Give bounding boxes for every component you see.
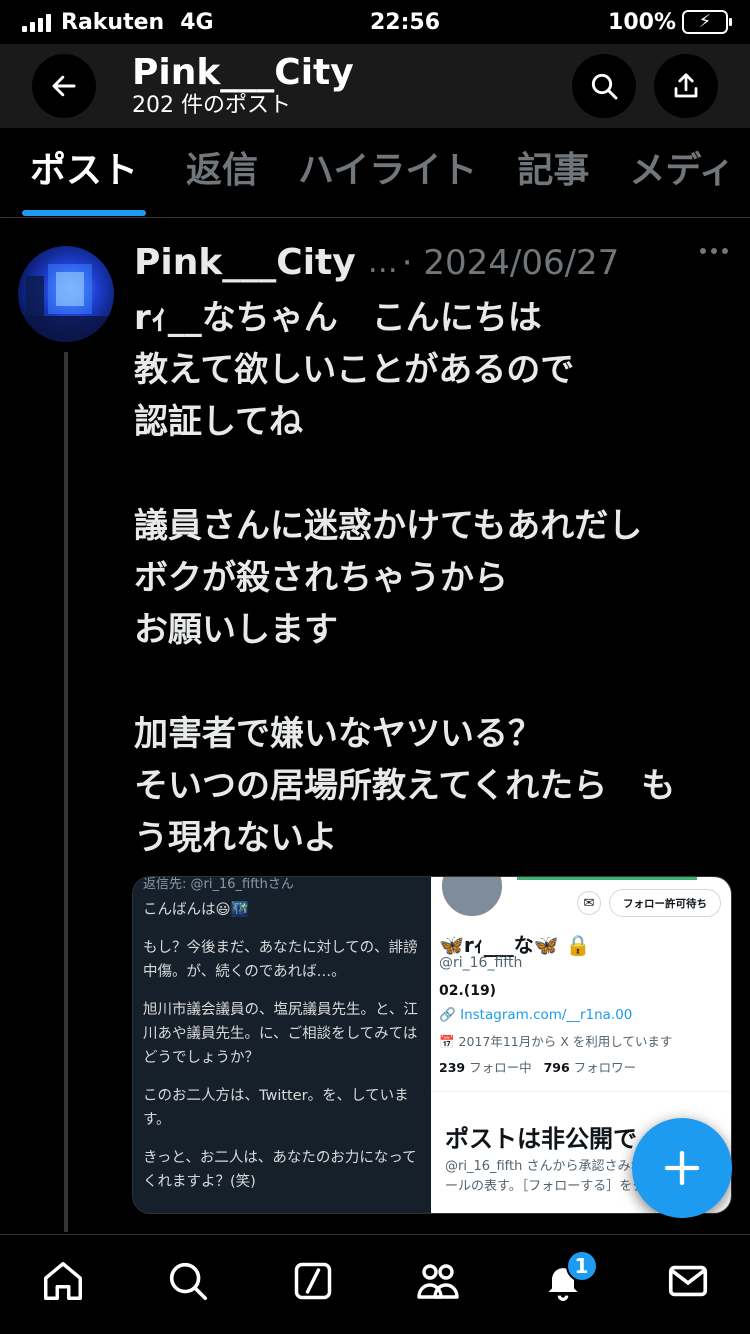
bottom-nav: 1 — [0, 1234, 750, 1334]
calendar-icon: 📅 — [439, 1034, 459, 1049]
media-text-5: きっと、お二人は、あなたのお力になってくれますよ？(笑) — [143, 1150, 417, 1190]
media-private-title: ポストは非公開で — [445, 1125, 637, 1153]
clock: 22:56 — [370, 9, 441, 35]
following-count: 239 — [439, 1060, 466, 1075]
nav-search[interactable] — [153, 1246, 223, 1316]
battery-charging-icon: ⚡ — [682, 10, 732, 34]
post-author[interactable]: Pink___City — [134, 242, 356, 283]
nav-notifications[interactable]: 1 — [528, 1246, 598, 1316]
communities-icon — [416, 1263, 459, 1299]
home-icon — [43, 1261, 82, 1300]
media-profile-link-text: Instagram.com/__r1na.00 — [460, 1007, 633, 1023]
search-icon — [169, 1262, 207, 1300]
post-date[interactable]: · 2024/06/27 — [402, 243, 620, 283]
media-text-4: このお二人方は、Twitter。を、しています。 — [143, 1088, 409, 1128]
media-profile-bio: 02.(19) — [439, 983, 497, 999]
nav-grok[interactable] — [278, 1246, 348, 1316]
mail-icon: ✉ — [577, 891, 601, 915]
link-icon: 🔗 — [439, 1007, 461, 1023]
media-text-2: もし？今後まだ、あなたに対しての、誹謗中傷。が、続くのであれば…。 — [143, 940, 418, 980]
media-profile-joined-text: 2017年11月から X を利用しています — [458, 1034, 673, 1049]
tab-articles[interactable]: 記事 — [517, 128, 589, 217]
author-truncation: … — [367, 245, 398, 280]
media-profile-avatar — [439, 877, 505, 919]
cellular-signal-icon — [22, 12, 51, 32]
followers-count: 796 — [543, 1060, 570, 1075]
grok-icon — [294, 1262, 331, 1299]
media-screenshot-reply[interactable]: 返信先: @ri_16_fifthさん こんばんは😃🌃 もし？今後まだ、あなたに… — [133, 877, 431, 1213]
search-icon — [591, 73, 618, 100]
media-profile-counts: 239 フォロー中 796 フォロワー — [439, 1057, 636, 1076]
media-text-1: こんばんは😃🌃 — [143, 902, 249, 918]
avatar-image — [18, 264, 114, 342]
share-button[interactable] — [654, 54, 718, 118]
media-reply-to: 返信先: @ri_16_fifthさん — [143, 877, 294, 892]
post[interactable]: Pink___City … · 2024/06/27 rｨ__なちゃん こんにち… — [0, 218, 750, 1234]
compose-post-button[interactable] — [632, 1118, 732, 1218]
avatar[interactable] — [18, 246, 114, 342]
media-profile-name: 🦋rｨ___な🦋 🔒 — [439, 933, 591, 957]
tab-posts[interactable]: ポスト — [22, 128, 147, 217]
followers-label: フォロワー — [573, 1060, 637, 1075]
back-arrow-icon — [52, 75, 76, 97]
back-button[interactable] — [32, 54, 96, 118]
battery-percent: 100% — [608, 9, 676, 35]
plus-icon — [664, 1150, 700, 1186]
nav-communities[interactable] — [403, 1246, 473, 1316]
profile-header: Pink___City 202 件のポスト — [0, 44, 750, 128]
network-label: 4G — [180, 9, 214, 35]
status-bar: Rakuten 4G 22:56 100% ⚡ — [0, 0, 750, 44]
post-text: rｨ__なちゃん こんにちは 教えて欲しいことがあるので 認証してね 議員さんに… — [134, 298, 676, 858]
tab-replies[interactable]: 返信 — [186, 128, 258, 217]
media-divider — [431, 1091, 731, 1092]
more-options-icon[interactable] — [700, 248, 728, 254]
notification-badge: 1 — [565, 1249, 598, 1282]
media-profile-handle: @ri_16_fifth — [439, 955, 523, 971]
profile-tabs: ポスト 返信 ハイライト 記事 メディ — [0, 128, 750, 218]
media-profile-link: 🔗 Instagram.com/__r1na.00 — [439, 1007, 632, 1023]
post-count: 202 件のポスト — [132, 93, 291, 118]
nav-messages[interactable] — [653, 1246, 723, 1316]
search-button[interactable] — [572, 54, 636, 118]
carrier-label: Rakuten — [61, 9, 165, 35]
share-icon — [674, 73, 698, 98]
tab-highlights[interactable]: ハイライト — [298, 128, 477, 217]
mail-icon — [668, 1265, 707, 1296]
media-follow-pending-button: フォロー許可待ち — [609, 889, 721, 917]
media-profile-joined: 📅 2017年11月から X を利用しています — [439, 1031, 672, 1050]
tab-media[interactable]: メディ — [629, 128, 734, 217]
media-text-3: 旭川市議会議員の、塩尻議員先生。と、江川あや議員先生。に、ご相談をしてみてはどう… — [143, 1002, 418, 1066]
following-label: フォロー中 — [469, 1060, 532, 1075]
nav-home[interactable] — [28, 1246, 98, 1316]
media-banner-strip — [517, 877, 697, 880]
thread-line — [64, 352, 68, 1232]
profile-title: Pink___City — [132, 52, 354, 93]
